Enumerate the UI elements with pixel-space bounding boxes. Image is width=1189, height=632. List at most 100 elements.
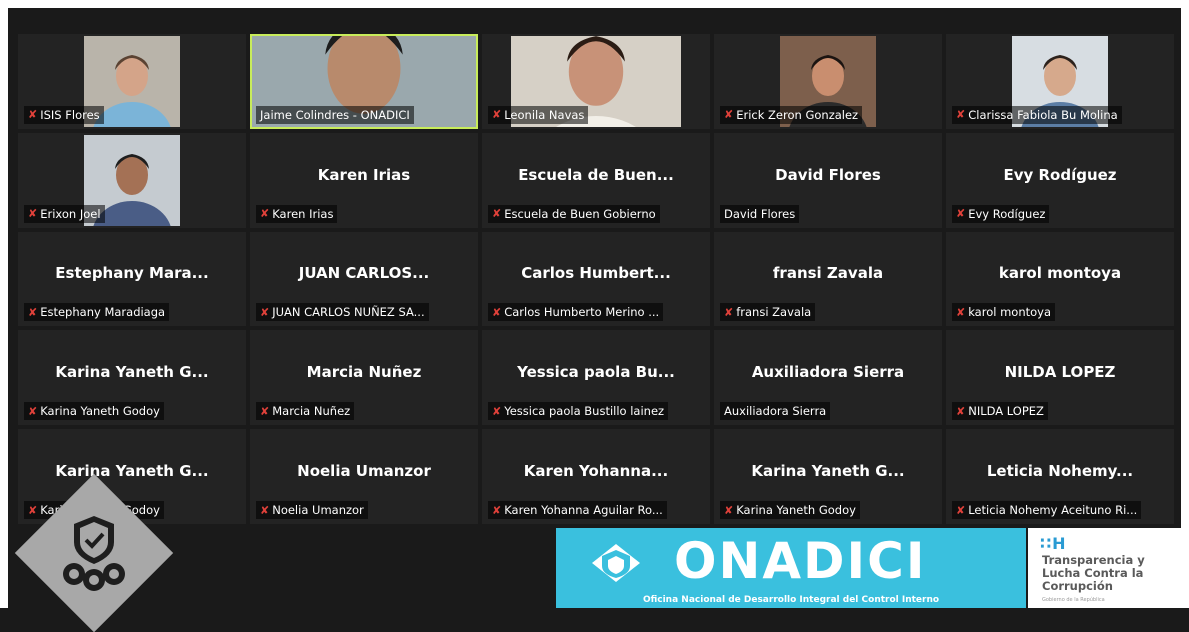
- participant-display-name: Yessica paola Bu...: [484, 363, 708, 381]
- participant-tile[interactable]: Karina Yaneth G...✘Karina Yaneth Godoy: [18, 429, 246, 524]
- participant-name-tag: ✘Karen Yohanna Aguilar Ro...: [488, 501, 667, 519]
- participant-tile[interactable]: Noelia Umanzor✘Noelia Umanzor: [250, 429, 478, 524]
- participant-tile[interactable]: Jaime Colindres - ONADICI: [250, 34, 478, 129]
- participant-name: karol montoya: [968, 305, 1051, 319]
- participant-name: NILDA LOPEZ: [968, 404, 1044, 418]
- participant-name-tag: ✘Leonila Navas: [488, 106, 588, 124]
- participant-display-name: Carlos Humbert...: [484, 264, 708, 282]
- participant-tile[interactable]: Carlos Humbert... ✘Carlos Humberto Merino…: [482, 232, 710, 327]
- muted-mic-icon: ✘: [492, 208, 501, 219]
- muted-mic-icon: ✘: [956, 208, 965, 219]
- participant-name: Jaime Colindres - ONADICI: [260, 108, 410, 122]
- participant-tile[interactable]: Karina Yaneth G... ✘Karina Yaneth Godoy: [18, 330, 246, 425]
- participant-name: Escuela de Buen Gobierno: [504, 207, 655, 221]
- participant-display-name: karol montoya: [948, 264, 1172, 282]
- transparencia-line-3: Corrupción: [1042, 580, 1145, 593]
- participant-tile[interactable]: karol montoya✘karol montoya: [946, 232, 1174, 327]
- participant-display-name: NILDA LOPEZ: [948, 363, 1172, 381]
- muted-mic-icon: ✘: [956, 406, 965, 417]
- participant-name-tag: ✘fransi Zavala: [720, 303, 815, 321]
- participant-name-tag: David Flores: [720, 205, 799, 223]
- participant-tile[interactable]: Leticia Nohemy...✘Leticia Nohemy Aceitun…: [946, 429, 1174, 524]
- muted-mic-icon: ✘: [28, 109, 37, 120]
- transparencia-title: Transparencia y Lucha Contra la Corrupci…: [1042, 554, 1145, 593]
- participant-tile[interactable]: ✘Clarissa Fabiola Bu Molina: [946, 34, 1174, 129]
- muted-mic-icon: ✘: [956, 307, 965, 318]
- participant-name-tag: ✘karol montoya: [952, 303, 1055, 321]
- muted-mic-icon: ✘: [28, 406, 37, 417]
- participant-name: Karina Yaneth Godoy: [40, 404, 160, 418]
- participant-tile[interactable]: Yessica paola Bu... ✘Yessica paola Bustil…: [482, 330, 710, 425]
- participant-tile[interactable]: JUAN CARLOS... ✘JUAN CARLOS NUÑEZ SA...: [250, 232, 478, 327]
- muted-mic-icon: ✘: [28, 307, 37, 318]
- participant-name-tag: ✘JUAN CARLOS NUÑEZ SA...: [256, 303, 429, 321]
- participant-name-tag: ✘Carlos Humberto Merino ...: [488, 303, 663, 321]
- onadici-subtitle: Oficina Nacional de Desarrollo Integral …: [556, 595, 1026, 605]
- participant-name: fransi Zavala: [736, 305, 811, 319]
- participant-name: Clarissa Fabiola Bu Molina: [968, 108, 1117, 122]
- participant-tile[interactable]: Escuela de Buen... ✘Escuela de Buen Gobie…: [482, 133, 710, 228]
- participant-tile[interactable]: ✘ISIS Flores: [18, 34, 246, 129]
- onadici-logo-icon: [586, 540, 666, 586]
- participant-name-tag: ✘Clarissa Fabiola Bu Molina: [952, 106, 1122, 124]
- participant-name: Auxiliadora Sierra: [724, 404, 826, 418]
- muted-mic-icon: ✘: [28, 208, 37, 219]
- participant-display-name: Leticia Nohemy...: [948, 462, 1172, 480]
- participant-display-name: Escuela de Buen...: [484, 166, 708, 184]
- participant-name-tag: ✘Estephany Maradiaga: [24, 303, 169, 321]
- participant-display-name: Karen Irias: [252, 166, 476, 184]
- participant-tile[interactable]: David FloresDavid Flores: [714, 133, 942, 228]
- muted-mic-icon: ✘: [492, 505, 501, 516]
- participant-tile[interactable]: Karen Irias✘Karen Irias: [250, 133, 478, 228]
- participant-display-name: Estephany Mara...: [20, 264, 244, 282]
- muted-mic-icon: ✘: [492, 307, 501, 318]
- participant-name: Carlos Humberto Merino ...: [504, 305, 659, 319]
- muted-mic-icon: ✘: [956, 109, 965, 120]
- participant-tile[interactable]: Karina Yaneth G... ✘Karina Yaneth Godoy: [714, 429, 942, 524]
- participant-display-name: Evy Rodíguez: [948, 166, 1172, 184]
- participant-name: Leticia Nohemy Aceituno Ri...: [968, 503, 1137, 517]
- participant-tile[interactable]: Estephany Mara... ✘Estephany Maradiaga: [18, 232, 246, 327]
- participant-name: Estephany Maradiaga: [40, 305, 165, 319]
- participant-tile[interactable]: fransi Zavala✘fransi Zavala: [714, 232, 942, 327]
- participant-name: Erick Zeron Gonzalez: [736, 108, 858, 122]
- participant-name-tag: ✘Evy Rodíguez: [952, 205, 1049, 223]
- participant-tile[interactable]: ✘Leonila Navas: [482, 34, 710, 129]
- muted-mic-icon: ✘: [260, 505, 269, 516]
- muted-mic-icon: ✘: [260, 307, 269, 318]
- participant-tile[interactable]: ✘Erixon Joel: [18, 133, 246, 228]
- participant-name: JUAN CARLOS NUÑEZ SA...: [272, 305, 424, 319]
- participant-tile[interactable]: Auxiliadora SierraAuxiliadora Sierra: [714, 330, 942, 425]
- participant-display-name: Marcia Nuñez: [252, 363, 476, 381]
- muted-mic-icon: ✘: [28, 505, 37, 516]
- onadici-wordmark: ONADICI: [674, 532, 926, 590]
- participant-name: David Flores: [724, 207, 795, 221]
- participant-name-tag: ✘Yessica paola Bustillo lainez: [488, 402, 668, 420]
- participant-name: Noelia Umanzor: [272, 503, 364, 517]
- muted-mic-icon: ✘: [260, 406, 269, 417]
- participant-tile[interactable]: NILDA LOPEZ✘NILDA LOPEZ: [946, 330, 1174, 425]
- participant-name: Marcia Nuñez: [272, 404, 350, 418]
- participant-name-tag: ✘Erixon Joel: [24, 205, 105, 223]
- participant-name: Leonila Navas: [504, 108, 584, 122]
- participant-name-tag: ✘Karina Yaneth Godoy: [720, 501, 860, 519]
- transparencia-banner: ∷H Transparencia y Lucha Contra la Corru…: [1028, 528, 1189, 608]
- participant-name-tag: ✘Karina Yaneth Godoy: [24, 402, 164, 420]
- muted-mic-icon: ✘: [724, 109, 733, 120]
- participant-name-tag: Auxiliadora Sierra: [720, 402, 830, 420]
- participant-tile[interactable]: ✘Erick Zeron Gonzalez: [714, 34, 942, 129]
- participant-display-name: Karina Yaneth G...: [716, 462, 940, 480]
- participant-tile[interactable]: Evy Rodíguez ✘Evy Rodíguez: [946, 133, 1174, 228]
- participant-tile[interactable]: Karen Yohanna...✘Karen Yohanna Aguilar R…: [482, 429, 710, 524]
- participant-tile[interactable]: Marcia Nuñez✘Marcia Nuñez: [250, 330, 478, 425]
- participant-name-tag: ✘Escuela de Buen Gobierno: [488, 205, 660, 223]
- participant-display-name: JUAN CARLOS...: [252, 264, 476, 282]
- muted-mic-icon: ✘: [492, 406, 501, 417]
- participant-display-name: Karina Yaneth G...: [20, 363, 244, 381]
- transparencia-footnote: Gobierno de la República: [1042, 597, 1105, 603]
- participant-name-tag: Jaime Colindres - ONADICI: [256, 106, 414, 124]
- participant-display-name: Noelia Umanzor: [252, 462, 476, 480]
- onadici-banner: ONADICI Oficina Nacional de Desarrollo I…: [556, 528, 1026, 608]
- participant-name: Yessica paola Bustillo lainez: [504, 404, 664, 418]
- participant-name-tag: ✘ISIS Flores: [24, 106, 104, 124]
